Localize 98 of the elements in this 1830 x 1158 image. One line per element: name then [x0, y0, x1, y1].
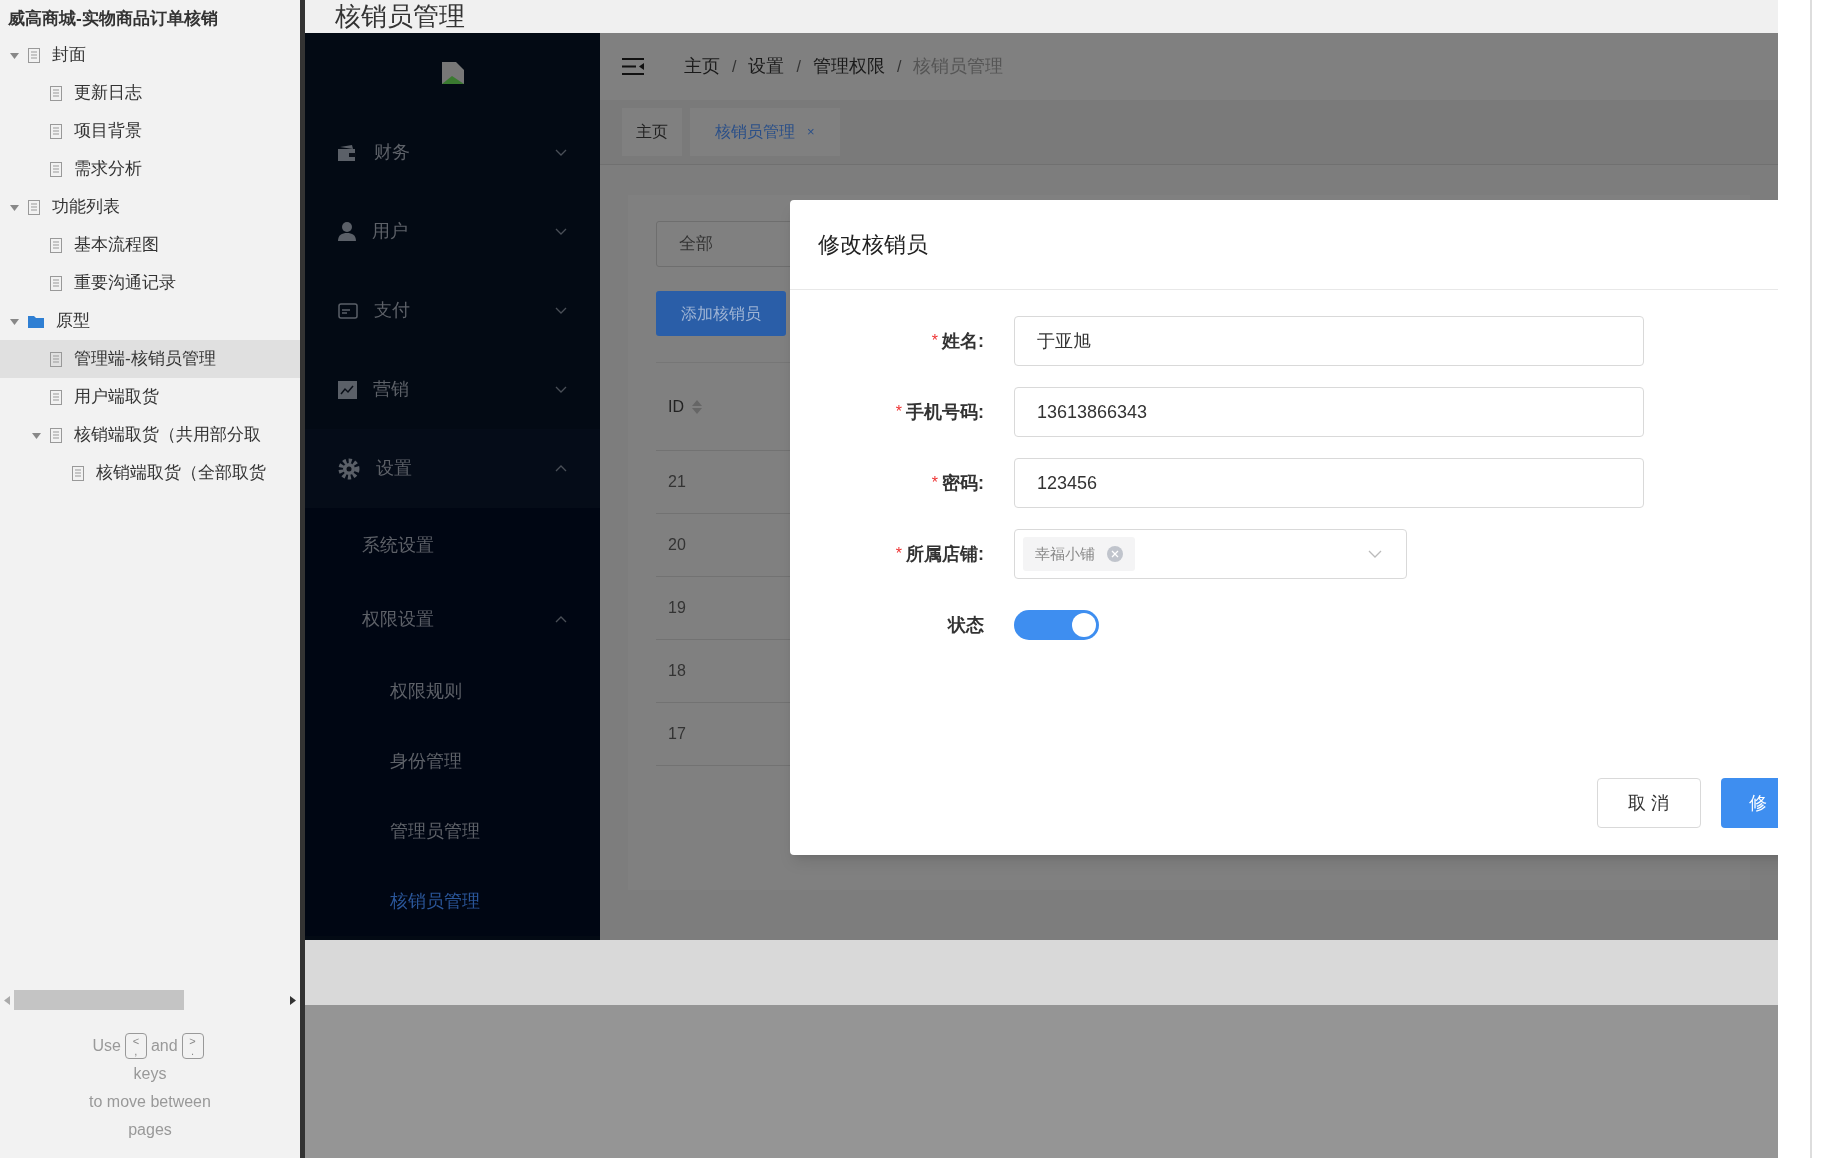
breadcrumb-item[interactable]: 主页 — [684, 53, 720, 80]
tree-item[interactable]: 原型 — [0, 302, 300, 340]
tree-item[interactable]: 项目背景 — [0, 112, 300, 150]
hint-text: to move between — [89, 1092, 211, 1112]
table-cell-text: 17 — [668, 724, 686, 744]
tree-item[interactable]: 核销端取货（全部取货 — [0, 454, 300, 492]
expanded-caret-icon[interactable] — [9, 50, 19, 60]
tree-item[interactable]: 用户端取货 — [0, 378, 300, 416]
store-select[interactable]: 幸福小铺 — [1014, 529, 1407, 579]
broken-image-icon — [441, 62, 464, 84]
folder-icon — [28, 314, 44, 328]
nav-submenu-item[interactable]: 系统设置 — [305, 508, 600, 582]
tree-item[interactable]: 功能列表 — [0, 188, 300, 226]
tree-item[interactable]: 核销端取货（共用部分取 — [0, 416, 300, 454]
page-icon — [50, 351, 62, 367]
nav-submenu-item[interactable]: 权限设置 — [305, 582, 600, 656]
required-mark: * — [931, 473, 938, 493]
store-tag: 幸福小铺 — [1023, 537, 1135, 571]
tree-item[interactable]: 需求分析 — [0, 150, 300, 188]
table-cell-text: 21 — [668, 472, 686, 492]
tree-item[interactable]: 基本流程图 — [0, 226, 300, 264]
text-input[interactable]: 13613866343 — [1014, 387, 1644, 437]
table-cell-text: 20 — [668, 535, 686, 555]
dropdown-icon[interactable] — [1368, 550, 1382, 558]
add-button[interactable]: 添加核销员 — [656, 291, 786, 336]
breadcrumb-separator: / — [896, 56, 902, 77]
submit-button[interactable]: 修 — [1721, 778, 1778, 828]
expanded-caret-icon[interactable] — [9, 202, 19, 212]
field-label: 状态 — [948, 613, 984, 637]
scroll-right-icon[interactable] — [290, 995, 296, 1005]
nav-menu-item[interactable]: 支付 — [305, 271, 600, 350]
scroll-left-icon[interactable] — [4, 995, 10, 1005]
nav-submenu-item[interactable]: 核销员管理 — [305, 866, 600, 936]
cancel-button[interactable]: 取 消 — [1597, 778, 1701, 828]
wallet-icon — [338, 144, 358, 161]
hint-text: Use — [92, 1036, 121, 1056]
field-label: 手机号码: — [906, 400, 984, 424]
breadcrumb-item[interactable]: 设置 — [748, 53, 785, 80]
tree-item[interactable]: 管理端-核销员管理 — [0, 340, 300, 378]
page-tab[interactable]: 主页 — [622, 108, 682, 156]
nav-menu-item[interactable]: 营销 — [305, 350, 600, 429]
scrollbar-thumb[interactable] — [14, 990, 184, 1010]
page-icon — [28, 47, 40, 63]
hint-text: and — [150, 1036, 178, 1056]
hint-text: keys — [133, 1064, 167, 1084]
user-icon — [338, 222, 356, 241]
page-icon — [72, 465, 84, 481]
page-heading: 核销员管理 — [335, 0, 465, 33]
breadcrumb-separator: / — [796, 56, 801, 77]
page-icon — [50, 389, 62, 405]
tree-item[interactable]: 重要沟通记录 — [0, 264, 300, 302]
expanded-caret-icon[interactable] — [31, 430, 41, 440]
field-label: 姓名: — [942, 329, 984, 353]
expanded-caret-icon[interactable] — [9, 316, 19, 326]
column-header: ID — [668, 396, 684, 417]
field-label: 密码: — [942, 471, 984, 495]
required-mark: * — [895, 402, 902, 422]
required-mark: * — [931, 331, 938, 351]
nav-menu-item[interactable]: 财务 — [305, 113, 600, 192]
chevron-down-icon — [555, 228, 567, 235]
page-icon — [50, 237, 62, 253]
breadcrumb-separator: / — [732, 56, 737, 77]
page-icon — [50, 123, 62, 139]
chart-icon — [338, 380, 357, 399]
card-icon — [338, 302, 358, 319]
breadcrumb-item[interactable]: 管理权限 — [812, 53, 885, 80]
gear-icon — [338, 457, 360, 480]
page-icon — [50, 275, 62, 291]
page-icon — [28, 199, 40, 215]
table-cell-text: 18 — [668, 661, 686, 681]
key-cap: > . — [181, 1033, 204, 1059]
required-mark: * — [895, 544, 902, 564]
status-switch[interactable] — [1014, 610, 1099, 640]
chevron-up-icon — [555, 465, 567, 472]
chevron-up-icon — [555, 615, 567, 623]
table-cell-text: 19 — [668, 598, 686, 618]
tree-item[interactable]: 更新日志 — [0, 74, 300, 112]
page-icon — [50, 161, 62, 177]
page-icon — [50, 427, 62, 443]
page-icon — [50, 85, 62, 101]
key-cap: < , — [124, 1033, 147, 1059]
chevron-down-icon — [555, 386, 567, 393]
text-input[interactable]: 于亚旭 — [1014, 316, 1644, 366]
field-label: 所属店铺: — [906, 542, 984, 566]
nav-menu-item[interactable]: 设置 — [305, 429, 600, 508]
hint-text: pages — [128, 1120, 172, 1140]
nav-submenu-item[interactable]: 管理员管理 — [305, 796, 600, 866]
text-input[interactable]: 123456 — [1014, 458, 1644, 508]
tag-remove-icon[interactable] — [1107, 546, 1123, 562]
nav-submenu-item[interactable]: 身份管理 — [305, 726, 600, 796]
tree-item[interactable]: 封面 — [0, 36, 300, 74]
project-title: 威高商城-实物商品订单核销 — [7, 8, 219, 30]
dialog-title: 修改核销员 — [818, 231, 928, 259]
chevron-down-icon — [555, 307, 567, 314]
nav-menu-item[interactable]: 用户 — [305, 192, 600, 271]
nav-submenu-item[interactable]: 权限规则 — [305, 656, 600, 726]
menu-fold-icon[interactable] — [622, 58, 644, 75]
chevron-down-icon — [555, 149, 567, 156]
